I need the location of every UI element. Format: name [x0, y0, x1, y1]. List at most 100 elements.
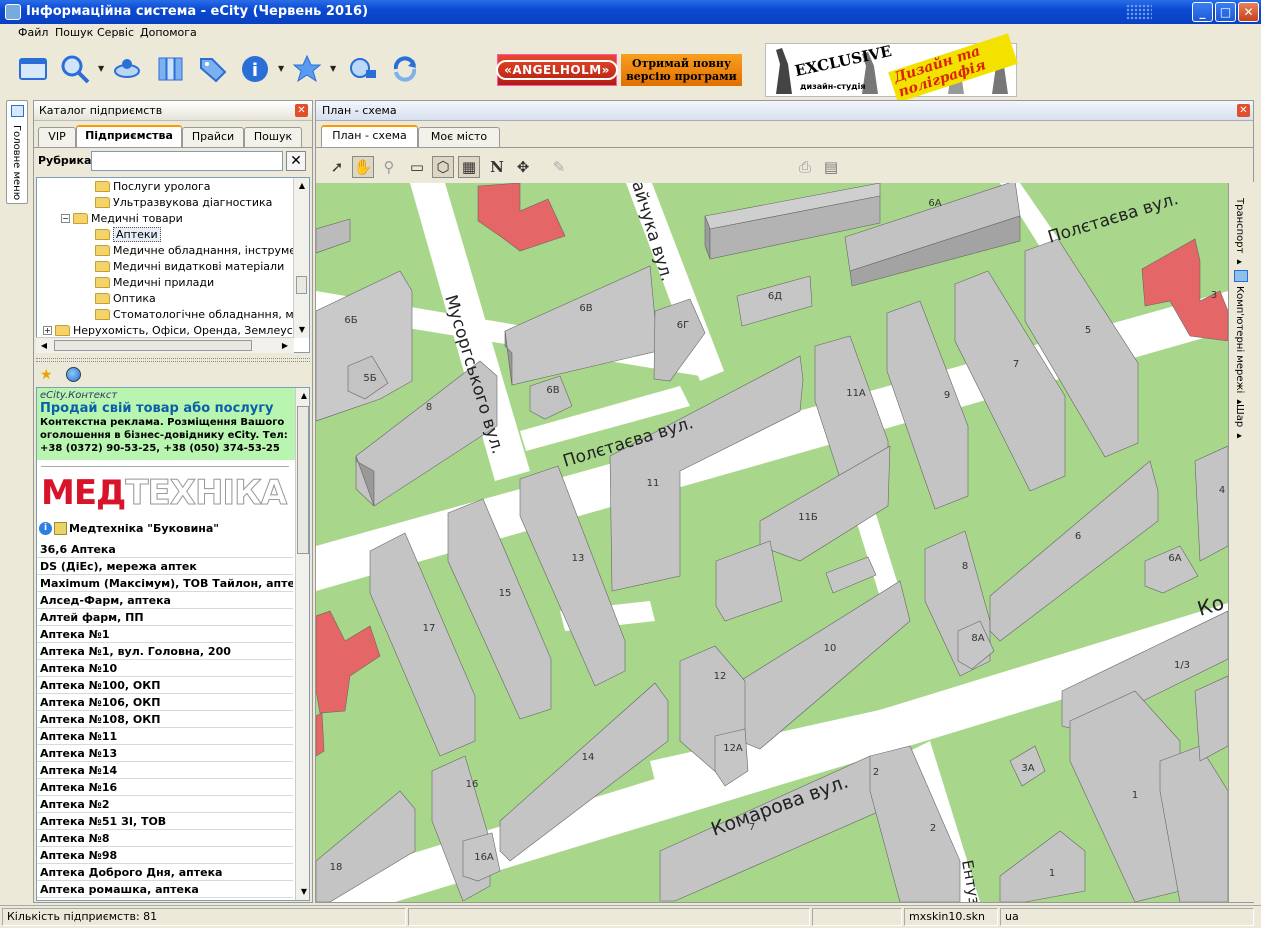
list-item[interactable]: Аптека №2	[37, 796, 293, 813]
tab-prices[interactable]: Прайси	[182, 127, 244, 147]
grid-icon[interactable]: ▦	[458, 156, 480, 178]
list-item[interactable]: Аптека №14	[37, 762, 293, 779]
tab-my-city[interactable]: Моє місто	[418, 127, 500, 147]
pointer-icon[interactable]: ➚	[326, 156, 348, 178]
collapse-icon[interactable]: −	[61, 213, 70, 223]
list-item[interactable]: Алсед-Фарм, аптека	[37, 592, 293, 609]
scroll-thumb[interactable]	[297, 406, 309, 554]
tree-item-medical-goods[interactable]: − Медичні товари	[61, 210, 183, 226]
list-item[interactable]: Аптека №98	[37, 847, 293, 864]
map-canvas[interactable]: 6А 6В 6Б 5Б 6Д 6Г 6В 8 11А 9 7 5 3 11 11…	[316, 183, 1228, 902]
list-item[interactable]: Алтей фарм, ПП	[37, 609, 293, 626]
list-item[interactable]: Аптека №10	[37, 660, 293, 677]
list-item[interactable]: Аптека №1	[37, 626, 293, 643]
info-dropdown-icon[interactable]: ▼	[278, 64, 284, 73]
tree-item[interactable]: Медичні прилади	[95, 274, 214, 290]
hand-icon[interactable]: ✋	[352, 156, 374, 178]
satellite-icon[interactable]	[110, 52, 144, 86]
layer-menu[interactable]: Шар ▸	[1234, 404, 1245, 441]
main-menu-sidetab[interactable]: Головне меню	[6, 100, 28, 204]
scroll-down-icon[interactable]: ▼	[294, 322, 309, 338]
zoom-icon[interactable]: ⚲	[378, 156, 400, 178]
tree-item[interactable]: Ультразвукова діагностика	[95, 194, 272, 210]
tag-icon[interactable]	[196, 52, 230, 86]
window-titlebar[interactable]: Інформаційна система - eCity (Червень 20…	[0, 0, 1261, 24]
menu-service[interactable]: Сервіс	[97, 26, 134, 39]
panel-splitter[interactable]	[36, 358, 310, 362]
globe-icon[interactable]	[66, 367, 81, 382]
list-item[interactable]: Maximum (Максімум), ТОВ Тайлон, аптека	[37, 575, 293, 592]
tree-hscroll[interactable]: ◀ ▶	[36, 337, 294, 353]
list-item[interactable]: Аптека №106, ОКП	[37, 694, 293, 711]
list-item[interactable]: Аптека ромашка, аптека	[37, 881, 293, 898]
refresh-icon[interactable]	[388, 52, 422, 86]
scroll-up-icon[interactable]: ▲	[296, 388, 309, 404]
window-icon[interactable]	[16, 52, 50, 86]
tab-companies[interactable]: Підприємства	[76, 125, 182, 147]
scroll-down-icon[interactable]: ▼	[296, 884, 309, 900]
scroll-left-icon[interactable]: ◀	[36, 338, 52, 354]
list-vscroll[interactable]: ▲ ▼	[295, 388, 309, 900]
favorite-star-icon[interactable]: ★	[40, 367, 53, 383]
move-icon[interactable]: ✥	[512, 156, 534, 178]
maximize-button[interactable]: □	[1215, 2, 1236, 22]
scroll-right-icon[interactable]: ▶	[277, 338, 293, 354]
info-icon[interactable]: i	[39, 522, 52, 535]
catalog-close-button[interactable]: ✕	[295, 104, 308, 117]
context-ad[interactable]: eCity.Контекст Продай свій товар або пос…	[37, 388, 295, 460]
list-item[interactable]: Аптека №8	[37, 830, 293, 847]
print-icon[interactable]: ⎙	[794, 156, 816, 178]
list-item[interactable]: Аптека №51 ЗІ, ТОВ	[37, 813, 293, 830]
menu-help[interactable]: Допомога	[140, 26, 197, 39]
favorites-star-icon[interactable]	[290, 52, 324, 86]
full-version-ad[interactable]: Отримай повну версію програми	[621, 54, 742, 86]
tree-item[interactable]: Стоматологічне обладнання, матер	[95, 306, 309, 322]
scroll-thumb[interactable]	[296, 276, 307, 294]
rubric-clear-button[interactable]: ✕	[286, 151, 306, 171]
transport-menu[interactable]: Транспорт ▸	[1234, 198, 1245, 268]
map-close-button[interactable]: ✕	[1237, 104, 1250, 117]
exclusive-ad[interactable]: дизайн-студія EXCLUSIVE Дизайн та полігр…	[765, 33, 1018, 103]
expand-icon[interactable]: +	[43, 325, 52, 335]
list-item[interactable]: Аптека №16	[37, 779, 293, 796]
list-item[interactable]: Аптека №108, ОКП	[37, 711, 293, 728]
scroll-up-icon[interactable]: ▲	[294, 178, 309, 194]
tree-item[interactable]: Оптика	[95, 290, 156, 306]
books-icon[interactable]	[154, 52, 188, 86]
medtechnika-logo[interactable]: МЕДТЕХНІКА	[41, 474, 291, 513]
angelholm-ad[interactable]: «ANGELHOLM»	[496, 54, 618, 86]
minimize-button[interactable]: _	[1192, 2, 1213, 22]
3d-cube-icon[interactable]: ⬡	[432, 156, 454, 178]
hscroll-thumb[interactable]	[54, 340, 252, 351]
list-item[interactable]: DS (ДіЕс), мережа аптек	[37, 558, 293, 575]
search-icon[interactable]	[58, 52, 92, 86]
tab-plan[interactable]: План - схема	[321, 125, 418, 147]
info-icon[interactable]: i	[238, 52, 272, 86]
featured-company[interactable]: i Медтехніка "Буковина"	[39, 522, 219, 535]
export-icon[interactable]: ▤	[820, 156, 842, 178]
menu-file[interactable]: Файл	[18, 26, 48, 39]
ruler-icon[interactable]: ▭	[406, 156, 428, 178]
close-window-button[interactable]: ✕	[1238, 2, 1259, 22]
list-item[interactable]: Аптека №13	[37, 745, 293, 762]
list-item[interactable]: Аптека №11	[37, 728, 293, 745]
tab-vip[interactable]: VIP	[38, 127, 76, 147]
tree-item[interactable]: Медичне обладнання, інструмент	[95, 242, 309, 258]
tree-item-pharmacies[interactable]: Аптеки	[95, 226, 161, 242]
tree-item[interactable]: Послуги уролога	[95, 178, 211, 194]
north-icon[interactable]: N	[486, 156, 508, 178]
list-item[interactable]: 36,6 Аптека	[37, 541, 293, 558]
film-icon[interactable]	[346, 52, 380, 86]
eraser-icon[interactable]: ✎	[548, 156, 570, 178]
list-item[interactable]: Аптека №1, вул. Головна, 200	[37, 643, 293, 660]
list-item[interactable]: Аптека №100, ОКП	[37, 677, 293, 694]
computer-networks-menu[interactable]: Комп'ютерні мережі ▸	[1234, 286, 1245, 407]
tree-item-realty[interactable]: + Нерухомість, Офіси, Оренда, Землеустрій	[43, 322, 309, 338]
menu-search[interactable]: Пошук	[55, 26, 93, 39]
favorites-dropdown-icon[interactable]: ▼	[330, 64, 336, 73]
list-item[interactable]: Аптека Доброго Дня, аптека	[37, 864, 293, 881]
tree-vscroll[interactable]: ▲ ▼	[293, 178, 309, 338]
tree-item[interactable]: Медичні видаткові матеріали	[95, 258, 284, 274]
search-dropdown-icon[interactable]: ▼	[98, 64, 104, 73]
rubric-input[interactable]	[91, 151, 283, 171]
